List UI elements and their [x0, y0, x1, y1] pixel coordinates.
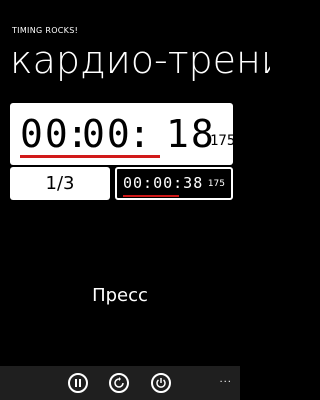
more-menu-button[interactable]: ...: [219, 374, 232, 385]
reset-button[interactable]: [109, 373, 129, 393]
refresh-icon: [114, 377, 124, 388]
lap-counter: 1/3: [10, 167, 110, 200]
lap-time: 00:00:38: [123, 174, 204, 192]
pause-button[interactable]: [68, 373, 88, 393]
app-bar: ...: [0, 366, 240, 400]
page-title: кардио-тренинг: [10, 38, 270, 82]
timer-colon-2: :: [128, 112, 153, 156]
timer-hours: 00: [20, 112, 70, 156]
exercise-label: Пресс: [92, 285, 148, 306]
timer-seconds: 18: [166, 112, 216, 156]
power-icon: [156, 378, 166, 388]
lap-progress-bar: [123, 195, 179, 197]
power-button[interactable]: [151, 373, 171, 393]
lap-milliseconds: 175: [207, 179, 225, 189]
pause-icon: [75, 379, 81, 387]
timer-milliseconds: 175: [210, 133, 236, 149]
timer-progress-bar: [20, 155, 160, 158]
app-title: TIMING ROCKS!: [12, 26, 79, 35]
timer-minutes: 00: [82, 112, 132, 156]
main-timer-display: 00 : 00 : 18 175: [10, 103, 236, 165]
lap-timer-display: 00:00:38 175: [115, 167, 233, 200]
